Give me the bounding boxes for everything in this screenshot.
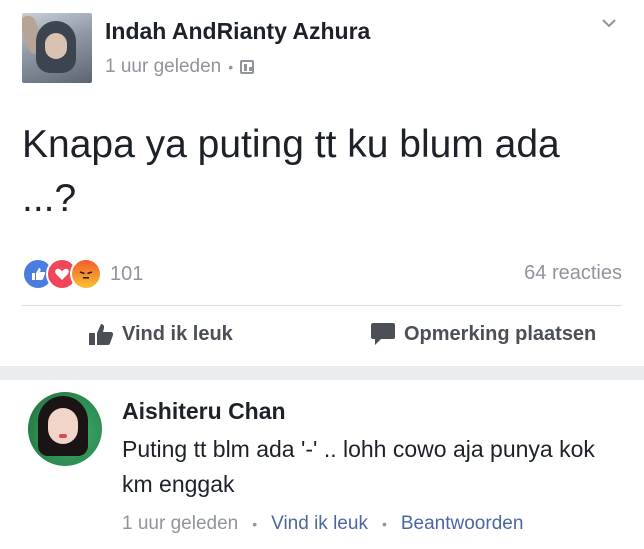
author-name[interactable]: Indah AndRianty Azhura — [105, 18, 370, 45]
angry-reaction-icon — [70, 258, 102, 290]
thumbs-up-icon — [89, 324, 114, 345]
footer-separator: • — [252, 516, 258, 532]
footer-separator: • — [381, 516, 387, 532]
comment-bubble-icon — [371, 323, 395, 345]
comments-count[interactable]: 64 reacties — [524, 262, 622, 285]
post-text: Knapa ya puting tt ku blum ada ...? — [22, 123, 560, 220]
group-privacy-icon — [240, 60, 255, 74]
commenter-avatar[interactable] — [28, 392, 102, 466]
post-card: Indah AndRianty Azhura 1 uur geleden • K… — [0, 0, 644, 366]
commenter-name[interactable]: Aishiteru Chan — [122, 398, 286, 425]
comment-button-label: Opmerking plaatsen — [404, 322, 597, 345]
comment-footer: 1 uur geleden • Vind ik leuk • Beantwoor… — [122, 513, 523, 535]
comment-text: Puting tt blm ada '-' .. lohh cowo aja p… — [122, 436, 595, 497]
like-button[interactable]: Vind ik leuk — [88, 322, 233, 346]
comment-item: Aishiteru Chan Puting tt blm ada '-' .. … — [0, 380, 644, 549]
comment-button[interactable]: Opmerking plaatsen — [370, 322, 596, 346]
author-avatar[interactable] — [22, 13, 92, 83]
comment-reply-link[interactable]: Beantwoorden — [401, 513, 524, 535]
reaction-count: 101 — [110, 262, 144, 285]
section-separator — [0, 366, 644, 380]
chevron-down-icon[interactable] — [602, 16, 616, 30]
like-button-label: Vind ik leuk — [122, 322, 233, 345]
meta-separator: • — [228, 59, 234, 75]
post-meta: 1 uur geleden • — [105, 56, 255, 78]
post-timestamp[interactable]: 1 uur geleden — [105, 56, 221, 78]
comment-timestamp[interactable]: 1 uur geleden — [122, 513, 238, 535]
divider — [22, 305, 622, 306]
comment-like-link[interactable]: Vind ik leuk — [271, 513, 368, 535]
reactions-summary[interactable]: 101 — [22, 258, 143, 290]
